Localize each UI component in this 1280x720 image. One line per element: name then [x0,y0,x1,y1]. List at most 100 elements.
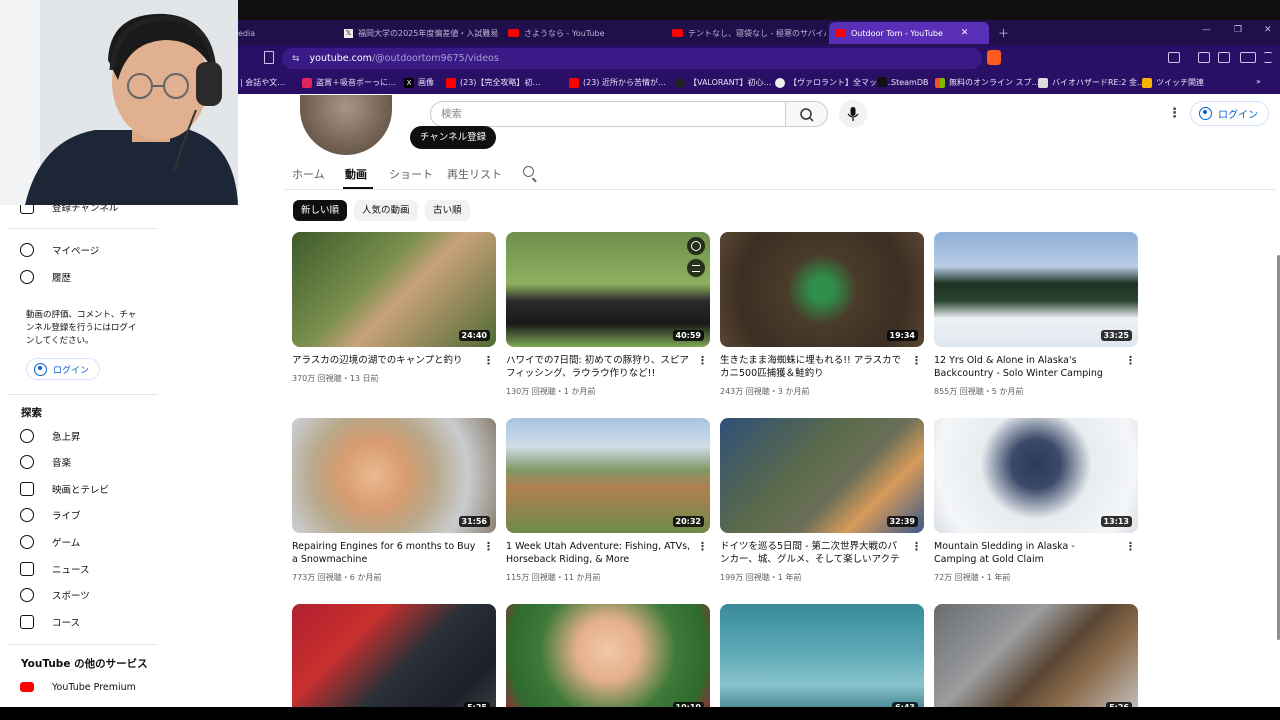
bookmark-item[interactable]: | 会話や文… [240,77,285,88]
sidebar-sign-in-button[interactable]: ログイン [26,358,101,380]
bookmark-item[interactable]: SteamDB [877,77,928,87]
music-icon[interactable] [1198,52,1210,63]
video-card[interactable]: 24:40 アラスカの辺境の湖でのキャンプと釣り ⋮ 370万 回視聴・13 日… [292,232,496,392]
tab-videos[interactable]: 動画 [345,166,367,182]
video-title[interactable]: Mountain Sledding in Alaska - Camping at… [934,540,1120,566]
bookmark-item[interactable]: (23)【完全攻略】初… [446,77,540,88]
sidebar-item-you[interactable]: マイページ [20,240,99,260]
video-menu-icon[interactable]: ⋮ [483,354,494,367]
voice-search-button[interactable] [839,100,867,128]
menu-icon[interactable] [1264,52,1272,63]
bookmark-item[interactable]: 無料のオンライン スプ… [935,77,1040,88]
bookmark-item[interactable]: バイオハザードRE:2 金… [1038,77,1145,88]
sidebar-item-movies[interactable]: 映画とテレビ [20,479,109,499]
restore-icon[interactable]: ❐ [1234,25,1242,35]
subscribe-button[interactable]: チャンネル登録 [410,126,496,149]
video-menu-icon[interactable]: ⋮ [1125,540,1136,553]
video-thumbnail[interactable]: 5:26 [934,604,1138,719]
tab-home[interactable]: ホーム [292,166,325,182]
glasses-icon[interactable] [1240,52,1256,63]
tab-2[interactable]: さようなら - YouTube [502,22,662,44]
settings-menu-icon[interactable]: ⋮ [1168,106,1181,121]
video-thumbnail[interactable]: 5:25 [292,604,496,719]
video-menu-icon[interactable]: ⋮ [483,540,494,553]
address-bar[interactable]: ⇆ youtube.com /@outdoortom9675/videos [282,48,982,69]
video-card[interactable]: 5:25 [292,604,496,719]
sidebar-item-sports[interactable]: スポーツ [20,585,90,605]
video-title[interactable]: 生きたまま海蜘蛛に埋もれる!! アラスカでカニ500匹捕獲＆鮭釣り [720,354,906,380]
video-title[interactable]: ハワイでの7日間: 初めての豚狩り、スピアフィッシング、ラウラウ作りなど!! [506,354,692,380]
new-tab-icon[interactable]: ＋ [998,25,1009,41]
video-thumbnail[interactable]: 31:56 [292,418,496,533]
video-menu-icon[interactable]: ⋮ [1125,354,1136,367]
video-thumbnail[interactable]: 32:39 [720,418,924,533]
brave-shield-icon[interactable] [987,50,1001,65]
watch-later-icon[interactable] [687,237,705,255]
video-card[interactable]: 19:34 生きたまま海蜘蛛に埋もれる!! アラスカでカニ500匹捕獲＆鮭釣り … [720,232,924,402]
video-title[interactable]: 12 Yrs Old & Alone in Alaska's Backcount… [934,354,1120,380]
video-title[interactable]: アラスカの辺境の湖でのキャンプと釣り [292,354,478,367]
video-menu-icon[interactable]: ⋮ [697,354,708,367]
channel-avatar[interactable] [300,95,392,155]
video-card[interactable]: 10:10 [506,604,710,719]
sign-in-button[interactable]: ログイン [1190,101,1269,126]
bookmark-item[interactable]: ツイッチ関連 [1142,77,1204,88]
video-thumbnail[interactable]: 20:32 [506,418,710,533]
video-thumbnail[interactable]: 6:43 [720,604,924,719]
sidebar-item-news[interactable]: ニュース [20,559,90,579]
more-bookmarks-icon[interactable]: » [1256,77,1261,86]
video-card[interactable]: 40:59 ハワイでの7日間: 初めての豚狩り、スピアフィッシング、ラウラウ作り… [506,232,710,402]
chip-oldest[interactable]: 古い順 [425,200,470,221]
site-info-icon[interactable]: ⇆ [292,54,300,64]
video-card[interactable]: 33:25 12 Yrs Old & Alone in Alaska's Bac… [934,232,1138,402]
video-thumbnail[interactable]: 10:10 [506,604,710,719]
video-thumbnail[interactable]: 33:25 [934,232,1138,347]
sidebar-item-music[interactable]: 音楽 [20,452,71,472]
bookmark-icon[interactable] [264,51,274,64]
sidebar-item-youtube-premium[interactable]: YouTube Premium [20,677,136,697]
video-title[interactable]: ドイツを巡る5日間 - 第二次世界大戦のパンカー、城、グルメ、そして楽しいアクテ… [720,540,906,566]
sidebar-toggle-icon[interactable] [1218,52,1230,63]
sidebar-item-gaming[interactable]: ゲーム [20,532,80,552]
video-card[interactable]: 20:32 1 Week Utah Adventure: Fishing, AT… [506,418,710,588]
video-menu-icon[interactable]: ⋮ [911,354,922,367]
video-card[interactable]: 6:43 [720,604,924,719]
sidebar-item-live[interactable]: ライブ [20,505,81,525]
tab-active[interactable]: Outdoor Tom - YouTube ✕ [829,22,989,44]
video-card[interactable]: 32:39 ドイツを巡る5日間 - 第二次世界大戦のパンカー、城、グルメ、そして… [720,418,924,588]
video-title[interactable]: Repairing Engines for 6 months to Buy a … [292,540,478,566]
add-to-queue-icon[interactable] [687,259,705,277]
video-thumbnail[interactable]: 13:13 [934,418,1138,533]
sidebar-item-trending[interactable]: 急上昇 [20,426,81,446]
video-thumbnail[interactable]: 24:40 [292,232,496,347]
video-card[interactable]: 31:56 Repairing Engines for 6 months to … [292,418,496,588]
video-menu-icon[interactable]: ⋮ [697,540,708,553]
close-window-icon[interactable]: ✕ [1264,25,1272,35]
minimize-icon[interactable]: — [1202,25,1211,35]
tab-shorts[interactable]: ショート [389,166,433,182]
tab-1[interactable]: 𝕏 福岡大学の2025年度偏差値・入試難易 [338,22,498,44]
bookmark-item[interactable]: 盗賞＋吸音ボーっに… [302,77,396,88]
video-thumbnail[interactable]: 19:34 [720,232,924,347]
channel-search-icon[interactable] [523,166,534,177]
chip-newest[interactable]: 新しい順 [293,200,348,221]
sidebar-item-courses[interactable]: コース [20,612,80,632]
tab-playlists[interactable]: 再生リスト [447,166,502,182]
video-card[interactable]: 5:26 [934,604,1138,719]
sidebar-item-history[interactable]: 履歴 [20,267,71,287]
bookmark-item[interactable]: X 画像 [404,77,434,88]
chip-popular[interactable]: 人気の動画 [354,200,418,221]
bookmark-item[interactable]: 【ヴァロラント】全マップ… [775,77,893,88]
close-tab-icon[interactable]: ✕ [961,28,969,38]
search-button[interactable] [786,101,828,127]
video-card[interactable]: 13:13 Mountain Sledding in Alaska - Camp… [934,418,1138,588]
media-icon[interactable] [1168,52,1180,63]
tab-3[interactable]: テントなし、寝袋なし - 極寒のサバイバ [666,22,826,44]
bookmark-item[interactable]: 【VALORANT】初心… [675,77,771,88]
tab-0[interactable]: edia [232,22,332,44]
bookmark-item[interactable]: (23) 近所から苦情が… [569,77,666,88]
search-input[interactable]: 検索 [430,101,786,127]
video-menu-icon[interactable]: ⋮ [911,540,922,553]
video-title[interactable]: 1 Week Utah Adventure: Fishing, ATVs, Ho… [506,540,692,566]
video-thumbnail[interactable]: 40:59 [506,232,710,347]
